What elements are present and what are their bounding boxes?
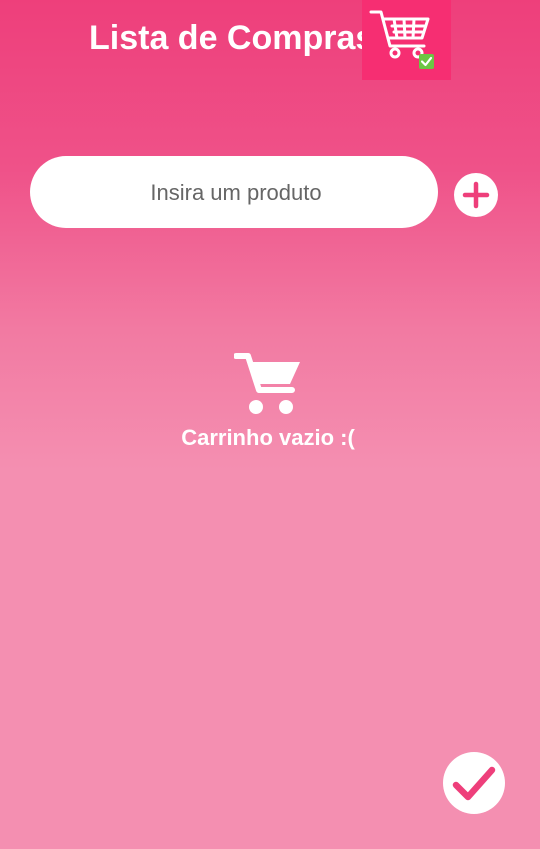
- app-header: Lista de Compras: [0, 0, 540, 80]
- page-title: Lista de Compras: [89, 19, 375, 57]
- empty-cart-illustration: [233, 352, 302, 423]
- shopping-cart-check-icon: [369, 10, 434, 69]
- plus-icon: [462, 181, 490, 209]
- product-input[interactable]: [30, 156, 442, 230]
- product-input-container: [30, 156, 442, 230]
- checkmark-icon: [452, 766, 496, 801]
- add-product-button[interactable]: [454, 173, 498, 217]
- cart-icon: [233, 353, 300, 414]
- empty-cart-message: Carrinho vazio :(: [181, 425, 355, 450]
- app-logo: [362, 0, 451, 80]
- finish-button[interactable]: [443, 752, 505, 814]
